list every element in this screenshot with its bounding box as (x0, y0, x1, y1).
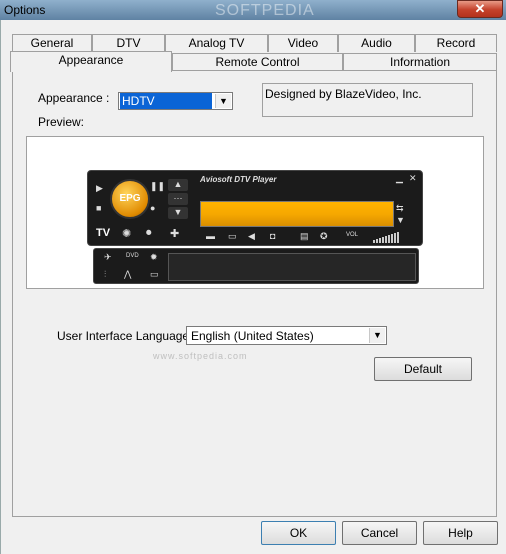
satellite-icon: ✈ (104, 252, 112, 262)
tab-label: Video (287, 36, 319, 50)
channel-up-icon: ▲ (168, 179, 188, 191)
tab-label: Information (389, 55, 451, 69)
tab-record[interactable]: Record (415, 34, 497, 52)
skin-designer-text: Designed by BlazeVideo, Inc. (265, 87, 422, 101)
softpedia-watermark: SOFTPEDIA (215, 2, 315, 19)
record-icon: ● (150, 203, 156, 213)
skin-info-box: Designed by BlazeVideo, Inc. (262, 83, 473, 117)
language-select[interactable]: English (United States) ▼ (186, 326, 387, 345)
epg-button: EPG (110, 179, 150, 219)
appearance-label: Appearance : (38, 91, 110, 105)
appearance-panel: Appearance : HDTV ▼ Designed by BlazeVid… (12, 70, 497, 517)
ok-button[interactable]: OK (261, 521, 336, 545)
dvd-icon: DVD (126, 253, 139, 259)
tab-appearance[interactable]: Appearance (10, 51, 172, 72)
cancel-button-label: Cancel (360, 526, 399, 540)
equalizer-icon: ⫶ (104, 269, 107, 279)
settings-icon: ✪ (320, 231, 328, 241)
tab-label: Remote Control (215, 55, 300, 69)
tv-button: TV (96, 227, 111, 239)
pause-icon: ❚❚ (150, 181, 166, 191)
window-title: Options (4, 3, 46, 17)
minimize-icon: ▁ (396, 173, 403, 183)
language-select-value: English (United States) (191, 329, 314, 343)
subtitle-icon: ▭ (228, 231, 237, 241)
tab-video[interactable]: Video (268, 34, 338, 52)
options-dialog: General DTV Analog TV Video Audio Record… (0, 20, 506, 554)
player-screen (200, 201, 394, 227)
appearance-select[interactable]: HDTV ▼ (118, 92, 233, 110)
tab-general[interactable]: General (12, 34, 92, 52)
stop-icon: ■ (96, 203, 102, 213)
favorite-icon: ✚ (170, 228, 180, 240)
display-icon: ▭ (150, 269, 159, 279)
chevron-down-icon[interactable]: ▼ (215, 94, 231, 108)
tab-audio[interactable]: Audio (338, 34, 415, 52)
tab-dtv[interactable]: DTV (92, 34, 165, 52)
tab-label: General (30, 36, 74, 50)
recorder-icon: ⏺ (146, 227, 152, 239)
tab-remote-control[interactable]: Remote Control (172, 53, 343, 71)
tab-analog-tv[interactable]: Analog TV (165, 34, 268, 52)
channel-down-icon: ▼ (168, 207, 188, 219)
tab-label: Appearance (58, 53, 124, 67)
ok-button-label: OK (289, 526, 308, 540)
tab-information[interactable]: Information (343, 53, 497, 71)
title-bar: Options SOFTPEDIA ✕ (0, 0, 506, 20)
speaker-icon: ◀ (248, 231, 255, 241)
signal-icon: ⋀ (124, 269, 132, 279)
chevron-down-icon[interactable]: ▼ (369, 328, 385, 343)
tab-label: Analog TV (188, 36, 245, 50)
player-skin-preview: ▶ ■ EPG ❚❚ ● ▲ ⋯ ▼ TV ✺ ⏺ ✚ Aviosoft DTV… (87, 170, 423, 284)
appearance-select-value: HDTV (120, 93, 212, 109)
volume-meter (373, 229, 400, 243)
default-button-label: Default (403, 362, 443, 376)
gear-icon: ✹ (150, 252, 158, 262)
help-button[interactable]: Help (423, 521, 498, 545)
folder-icon: ▬ (206, 231, 215, 241)
play-icon: ▶ (96, 183, 103, 193)
screen-arrow-icon: ▼ (396, 215, 405, 225)
default-button[interactable]: Default (374, 357, 472, 381)
player-main-panel: ▶ ■ EPG ❚❚ ● ▲ ⋯ ▼ TV ✺ ⏺ ✚ Aviosoft DTV… (87, 170, 423, 246)
player-title: Aviosoft DTV Player (200, 175, 277, 184)
player-close-icon: ✕ (409, 173, 417, 183)
volume-label: VOL (346, 232, 359, 238)
snapshot-icon: ◘ (270, 231, 276, 241)
close-button[interactable]: ✕ (457, 0, 503, 18)
tab-label: Audio (361, 36, 392, 50)
radio-icon: ✺ (122, 228, 132, 240)
help-button-label: Help (448, 526, 473, 540)
playlist-icon: ▤ (300, 231, 309, 241)
cancel-button[interactable]: Cancel (342, 521, 417, 545)
channel-menu-icon: ⋯ (168, 193, 188, 205)
player-lower-panel: ✈ DVD ✹ ⫶ ⋀ ▭ (93, 248, 419, 284)
tab-label: Record (436, 36, 476, 50)
screen-toggle-icon: ⇆ (396, 203, 404, 213)
lower-display (168, 253, 416, 281)
softpedia-url-watermark: www.softpedia.com (153, 351, 248, 361)
language-label: User Interface Language: (57, 329, 193, 343)
preview-label: Preview: (38, 115, 85, 129)
tab-label: DTV (116, 36, 141, 50)
